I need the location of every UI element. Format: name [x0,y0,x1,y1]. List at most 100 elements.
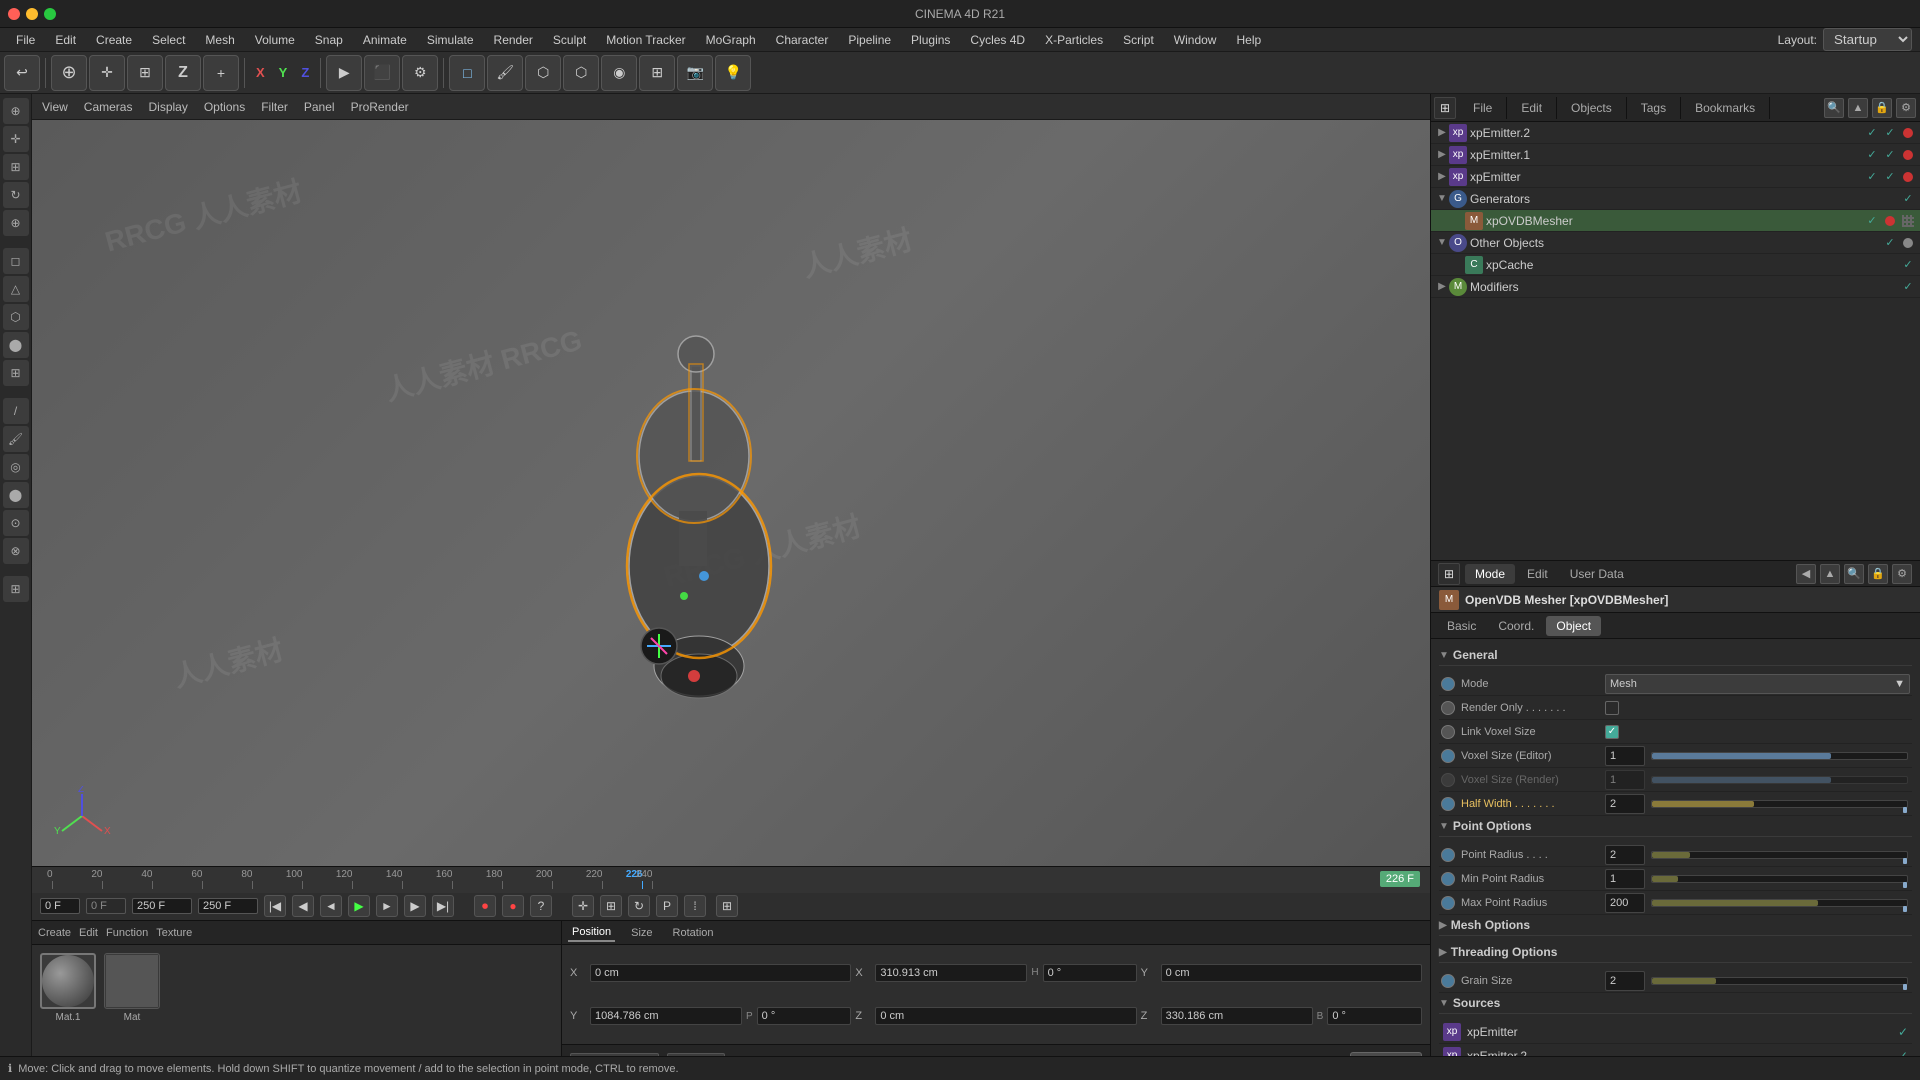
prop-dot-pointradius[interactable] [1441,848,1455,862]
prop-check-linkvoxel[interactable]: ✓ [1605,725,1619,739]
snap-button[interactable]: ◉ [601,55,637,91]
props-sub-object[interactable]: Object [1546,616,1601,636]
props-sub-basic[interactable]: Basic [1437,616,1486,636]
obj-lock-icon[interactable]: 🔒 [1872,98,1892,118]
menu-plugins[interactable]: Plugins [903,31,958,49]
end-frame-input-1[interactable] [86,898,126,914]
material-slot-2[interactable]: Mat [104,953,160,1023]
left-tool-13[interactable]: ◎ [3,454,29,480]
prop-dot-voxelsize-render[interactable] [1441,773,1455,787]
left-tool-4[interactable]: ↻ [3,182,29,208]
flag-check2-xpemitter2[interactable]: ✓ [1882,125,1898,141]
section-general[interactable]: ▼ General [1439,645,1912,666]
flag-red-xpemitter[interactable] [1900,169,1916,185]
mat-create-button[interactable]: Create [38,927,71,939]
perspective-button[interactable]: □ [449,55,485,91]
prop-slider-maxpointradius[interactable] [1651,899,1908,907]
obj-manager-icon[interactable]: ⊞ [1434,97,1456,119]
scale-mode-button[interactable]: ⊞ [600,895,622,917]
flag-check2-xpemitter1[interactable]: ✓ [1882,147,1898,163]
mat-function-button[interactable]: Function [106,927,148,939]
menu-animate[interactable]: Animate [355,31,415,49]
rot-b-input[interactable] [1327,1007,1422,1025]
play-button[interactable]: ▶ [348,895,370,917]
left-tool-1[interactable]: ⊕ [3,98,29,124]
menu-script[interactable]: Script [1115,31,1162,49]
maximize-button[interactable] [44,8,56,20]
left-tool-16[interactable]: ⊗ [3,538,29,564]
move-tool-button[interactable]: ✛ [89,55,125,91]
flag-grid-xpovdbmesher[interactable] [1900,213,1916,229]
props-lock-icon[interactable]: 🔒 [1868,564,1888,584]
menu-edit[interactable]: Edit [47,31,84,49]
max-frame-input[interactable] [198,898,258,914]
flag-check2-xpemitter[interactable]: ✓ [1882,169,1898,185]
expand-xpemitter2[interactable]: ▶ [1435,126,1449,140]
expand-xpovdbmesher[interactable] [1451,214,1465,228]
flag-dot-otherobjects[interactable] [1900,235,1916,251]
left-tool-9[interactable]: ⬤ [3,332,29,358]
auto-key-button[interactable]: ● [502,895,524,917]
menu-character[interactable]: Character [768,31,837,49]
flag-check-otherobjects[interactable]: ✓ [1882,235,1898,251]
props-sub-coord[interactable]: Coord. [1488,616,1544,636]
left-tool-7[interactable]: △ [3,276,29,302]
props-back-icon[interactable]: ◀ [1796,564,1816,584]
left-tool-14[interactable]: ⬤ [3,482,29,508]
section-point-options[interactable]: ▼ Point Options [1439,816,1912,837]
menu-create[interactable]: Create [88,31,140,49]
flag-check-xpovdbmesher[interactable]: ✓ [1864,213,1880,229]
obj-row-xpcache[interactable]: C xpCache ✓ [1431,254,1920,276]
left-tool-8[interactable]: ⬡ [3,304,29,330]
prop-dot-renderonly[interactable] [1441,701,1455,715]
props-tab-userdata[interactable]: User Data [1560,564,1634,584]
vp-cameras-button[interactable]: Cameras [80,100,137,114]
props-search-icon[interactable]: 🔍 [1844,564,1864,584]
flag-check1-xpemitter2[interactable]: ✓ [1864,125,1880,141]
menu-volume[interactable]: Volume [247,31,303,49]
section-mesh-options[interactable]: ▶ Mesh Options [1439,915,1912,936]
prop-input-voxelsize-editor[interactable] [1605,746,1645,766]
coords-rotation-tab[interactable]: Rotation [669,925,718,941]
props-tab-mode[interactable]: Mode [1465,564,1515,584]
3d-viewport[interactable]: RRCG 人人素材 人人素材 RRCG RRCG 人人素材 人人素材 人人素材 [32,120,1430,866]
obj-settings-icon[interactable]: ⚙ [1896,98,1916,118]
props-tab-edit[interactable]: Edit [1517,564,1558,584]
transform-tool-button[interactable]: + [203,55,239,91]
menu-window[interactable]: Window [1166,31,1225,49]
prop-input-grainsize[interactable] [1605,971,1645,991]
left-tool-12[interactable]: 🖌 [3,426,29,452]
end-frame-input-2[interactable] [132,898,192,914]
render-button[interactable]: ⬛ [364,55,400,91]
display-button[interactable]: ⊞ [639,55,675,91]
flag-red-xpemitter2[interactable] [1900,125,1916,141]
flag-check1-xpemitter1[interactable]: ✓ [1864,147,1880,163]
next-frame-button[interactable]: ▶ [404,895,426,917]
vp-prorender-button[interactable]: ProRender [347,100,413,114]
vp-options-button[interactable]: Options [200,100,249,114]
prop-check-renderonly[interactable] [1605,701,1619,715]
menu-xparticles[interactable]: X-Particles [1037,31,1111,49]
go-end-button[interactable]: ▶| [432,895,454,917]
vp-display-button[interactable]: Display [144,100,191,114]
left-tool-15[interactable]: ⊙ [3,510,29,536]
left-tool-17[interactable]: ⊞ [3,576,29,602]
source-xpemitter[interactable]: xp xpEmitter ✓ [1439,1020,1912,1044]
go-start-button[interactable]: |◀ [264,895,286,917]
left-tool-6[interactable]: ◻ [3,248,29,274]
prop-dot-maxpointradius[interactable] [1441,896,1455,910]
menu-sculpt[interactable]: Sculpt [545,31,594,49]
left-tool-10[interactable]: ⊞ [3,360,29,386]
obj-row-xpemitter[interactable]: ▶ xp xpEmitter ✓ ✓ [1431,166,1920,188]
object2-button[interactable]: ⬡ [563,55,599,91]
prop-input-maxpointradius[interactable] [1605,893,1645,913]
prop-dot-grainsize[interactable] [1441,974,1455,988]
left-tool-11[interactable]: / [3,398,29,424]
section-sources[interactable]: ▼ Sources [1439,993,1912,1014]
prop-input-voxelsize-render[interactable] [1605,770,1645,790]
obj-row-otherobjects[interactable]: ▼ O Other Objects ✓ [1431,232,1920,254]
mat-edit-button[interactable]: Edit [79,927,98,939]
left-tool-5[interactable]: ⊕ [3,210,29,236]
select-tool-button[interactable]: ⊕ [51,55,87,91]
rotate-mode-button[interactable]: ↻ [628,895,650,917]
